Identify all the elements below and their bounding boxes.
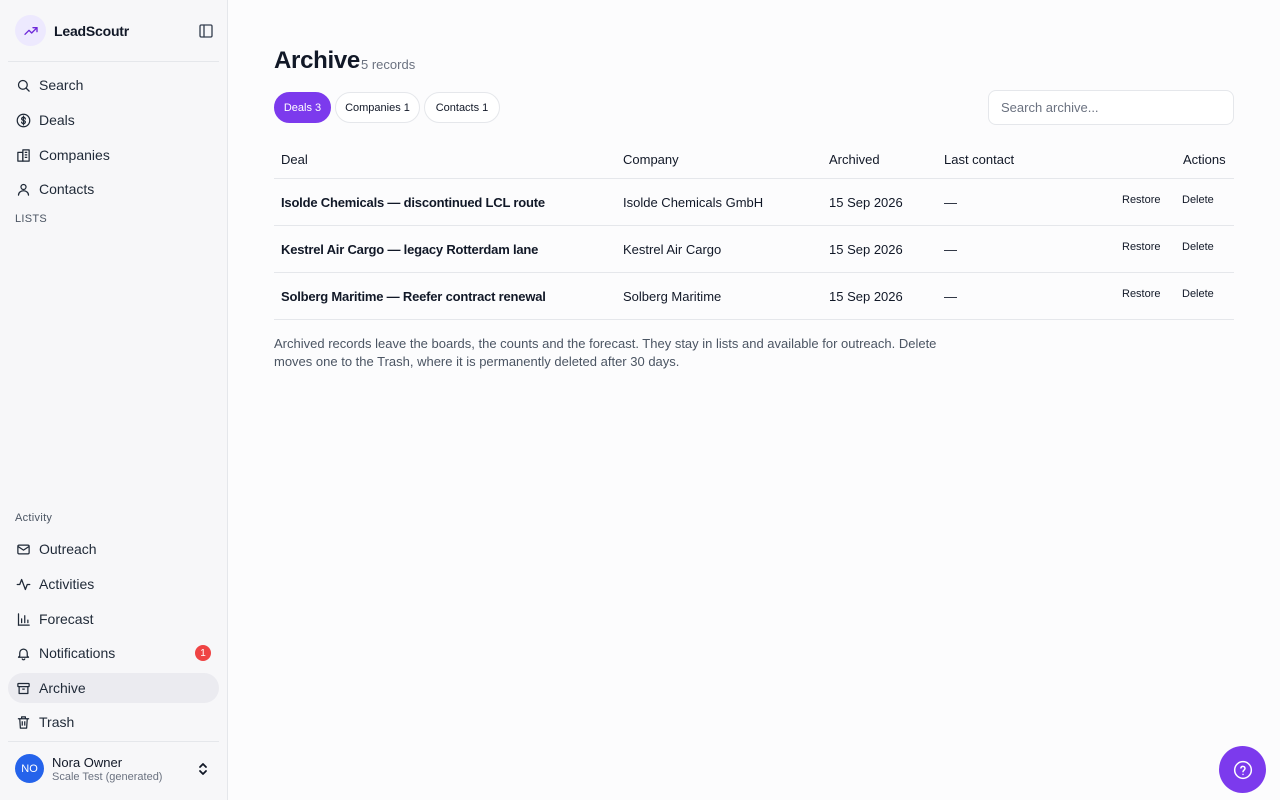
dollar-icon — [15, 112, 31, 128]
company-name: Isolde Chemicals GmbH — [623, 195, 764, 210]
nav-item-notifications[interactable]: Notifications 1 — [8, 638, 219, 668]
tab-contacts[interactable]: Contacts 1 — [424, 92, 500, 123]
deal-name[interactable]: Kestrel Air Cargo — legacy Rotterdam lan… — [281, 242, 538, 257]
help-circle-icon — [1233, 760, 1252, 779]
nav-item-label: Forecast — [39, 611, 94, 627]
tab-companies[interactable]: Companies 1 — [335, 92, 420, 123]
divider — [8, 741, 219, 742]
archived-date: 15 Sep 2026 — [829, 195, 903, 210]
nav-item-label: Trash — [39, 714, 75, 730]
delete-button[interactable]: Delete — [1182, 288, 1214, 300]
column-header-company: Company — [623, 152, 679, 167]
activity-icon — [15, 576, 31, 592]
search-icon — [15, 77, 31, 93]
divider — [8, 61, 219, 62]
nav-item-companies[interactable]: Companies — [8, 140, 219, 170]
last-contact: — — [944, 289, 957, 304]
nav-item-label: Archive — [39, 680, 86, 696]
nav-item-archive[interactable]: Archive — [8, 673, 219, 703]
brand[interactable]: LeadScoutr — [15, 15, 129, 46]
page-title: Archive — [274, 47, 360, 74]
nav-item-label: Companies — [39, 147, 110, 163]
user-org: Scale Test (generated) — [52, 770, 163, 783]
chevrons-up-down-icon[interactable] — [195, 760, 211, 778]
column-header-archived: Archived — [829, 152, 880, 167]
nav-item-activities[interactable]: Activities — [8, 569, 219, 599]
nav-item-outreach[interactable]: Outreach — [8, 534, 219, 564]
brand-name: LeadScoutr — [54, 22, 130, 39]
nav-item-label: Search — [39, 77, 84, 93]
restore-button[interactable]: Restore — [1122, 288, 1161, 300]
tab-deals[interactable]: Deals 3 — [274, 92, 331, 123]
avatar: NO — [15, 754, 44, 783]
search-input[interactable] — [988, 90, 1234, 125]
mail-icon — [15, 541, 31, 557]
column-header-last-contact: Last contact — [944, 152, 1015, 167]
nav-item-contacts[interactable]: Contacts — [8, 174, 219, 204]
nav-item-label: Activities — [39, 576, 95, 592]
nav-item-label: Deals — [39, 112, 75, 128]
table-row: Isolde Chemicals — discontinued LCL rout… — [274, 179, 1234, 226]
user-menu[interactable]: NO Nora Owner Scale Test (generated) — [15, 754, 162, 783]
delete-button[interactable]: Delete — [1182, 194, 1214, 206]
nav-item-label: Outreach — [39, 541, 97, 557]
company-name: Solberg Maritime — [623, 289, 722, 304]
column-header-actions: Actions — [1183, 152, 1226, 167]
trash-icon — [15, 714, 31, 730]
restore-button[interactable]: Restore — [1122, 194, 1161, 206]
deal-name[interactable]: Solberg Maritime — Reefer contract renew… — [281, 289, 546, 304]
sidebar: LeadScoutr Search Deals Companies Contac… — [0, 0, 228, 800]
bell-icon — [15, 645, 31, 661]
user-name: Nora Owner — [52, 754, 123, 770]
table-row: Kestrel Air Cargo — legacy Rotterdam lan… — [274, 226, 1234, 273]
user-icon — [15, 181, 31, 197]
delete-button[interactable]: Delete — [1182, 241, 1214, 253]
archive-info-note: Archived records leave the boards, the c… — [274, 336, 937, 369]
restore-button[interactable]: Restore — [1122, 241, 1161, 253]
record-count: 5 records — [361, 57, 416, 72]
column-header-deal: Deal — [281, 152, 308, 167]
archived-date: 15 Sep 2026 — [829, 242, 903, 257]
archive-icon — [15, 680, 31, 696]
nav-item-label: Contacts — [39, 181, 95, 197]
last-contact: — — [944, 242, 957, 257]
archived-date: 15 Sep 2026 — [829, 289, 903, 304]
trending-up-icon — [15, 15, 46, 46]
building-icon — [15, 147, 31, 163]
nav-item-label: Notifications — [39, 645, 116, 661]
nav-item-trash[interactable]: Trash — [8, 707, 219, 737]
bar-chart-icon — [15, 611, 31, 627]
notification-badge: 1 — [195, 645, 211, 661]
deal-name[interactable]: Isolde Chemicals — discontinued LCL rout… — [281, 195, 545, 210]
nav-item-forecast[interactable]: Forecast — [8, 604, 219, 634]
nav-item-deals[interactable]: Deals — [8, 105, 219, 135]
sidebar-toggle-icon[interactable] — [196, 21, 216, 41]
last-contact: — — [944, 195, 957, 210]
help-button[interactable] — [1219, 746, 1266, 793]
lists-label: LISTS — [15, 213, 48, 225]
nav-item-search[interactable]: Search — [8, 70, 219, 100]
activity-label: Activity — [15, 512, 53, 524]
company-name: Kestrel Air Cargo — [623, 242, 722, 257]
table-row: Solberg Maritime — Reefer contract renew… — [274, 273, 1234, 320]
